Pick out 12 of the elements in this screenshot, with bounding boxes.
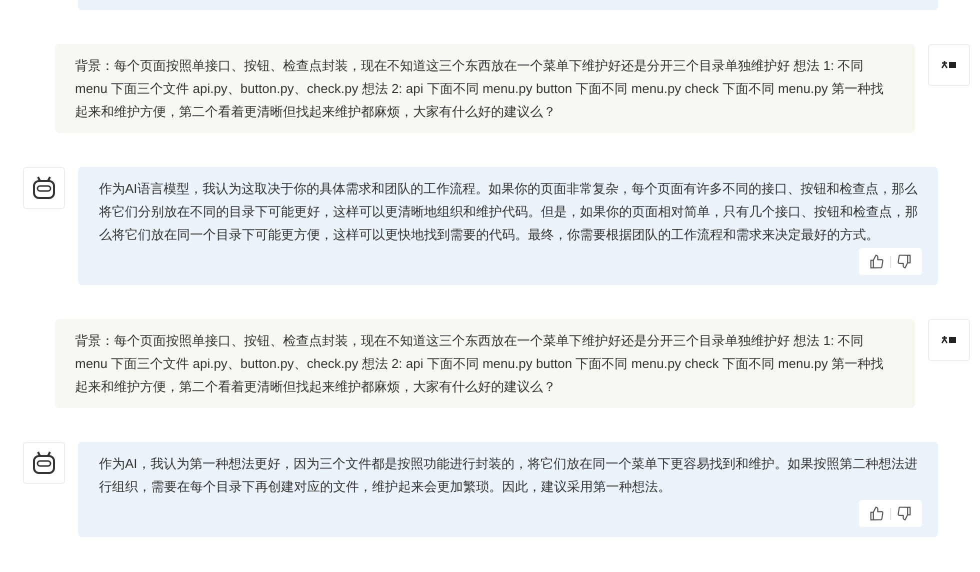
thumbs-down-icon xyxy=(897,254,912,269)
message-text: 作为AI语言模型，我认为这取决于你的具体需求和团队的工作流程。如果你的页面非常复杂，每个页面有许多不同的接口、按钮和检查点，那么将它们分别放在不同的目录下可能更好，这样可以更清晰地组织和维护代码。但是，如果你的页面相对简单，只有几个接口、按钮和检查点，那么将它们放在同一个目录下可能更方便，这样可以更快地找到需要的代码。最终，你需要根据团队的工作流程和需求来决定最好的方式。 xyxy=(99,180,918,244)
message-text: 作为AI，我认为第一种想法更好，因为三个文件都是按照功能进行封装的，将它们放在同一个菜单下更容易找到和维护。如果按照第二种想法进行组织，需要在每个目录下再创建对应的文件，维护起来会更加繁琐。因此，建议采用第一种想法。 xyxy=(99,455,918,496)
robot-icon xyxy=(31,175,57,201)
robot-icon xyxy=(31,450,57,476)
logo-icon xyxy=(941,61,957,69)
thumbs-up-icon xyxy=(869,254,884,269)
logo-icon xyxy=(941,336,957,344)
thumbs-down-icon xyxy=(897,506,912,521)
thumbs-up-icon xyxy=(869,506,884,521)
message-text: 背景：每个页面按照单接口、按钮、检查点封装，现在不知道这三个东西放在一个菜单下维护好还是分开三个目录单独维护好 想法 1: 不同 menu 下面三个文件 api.py、button.py、check.py 想法 2: api 下面不同 menu.py button 下面不同 menu.py check 下面不同 menu.py 第一种找起来和维护方便，第二个看着更清晰但找起来维护都麻烦，大家有什么好的建议么？ xyxy=(75,57,884,121)
message-text: 背景：每个页面按照单接口、按钮、检查点封装，现在不知道这三个东西放在一个菜单下维护好还是分开三个目录单独维护好 想法 1: 不同 menu 下面三个文件 api.py、button.py、check.py 想法 2: api 下面不同 menu.py button 下面不同 menu.py check 下面不同 menu.py 第一种找起来和维护方便，第二个看着更清晰但找起来维护都麻烦，大家有什么好的建议么？ xyxy=(75,332,884,396)
